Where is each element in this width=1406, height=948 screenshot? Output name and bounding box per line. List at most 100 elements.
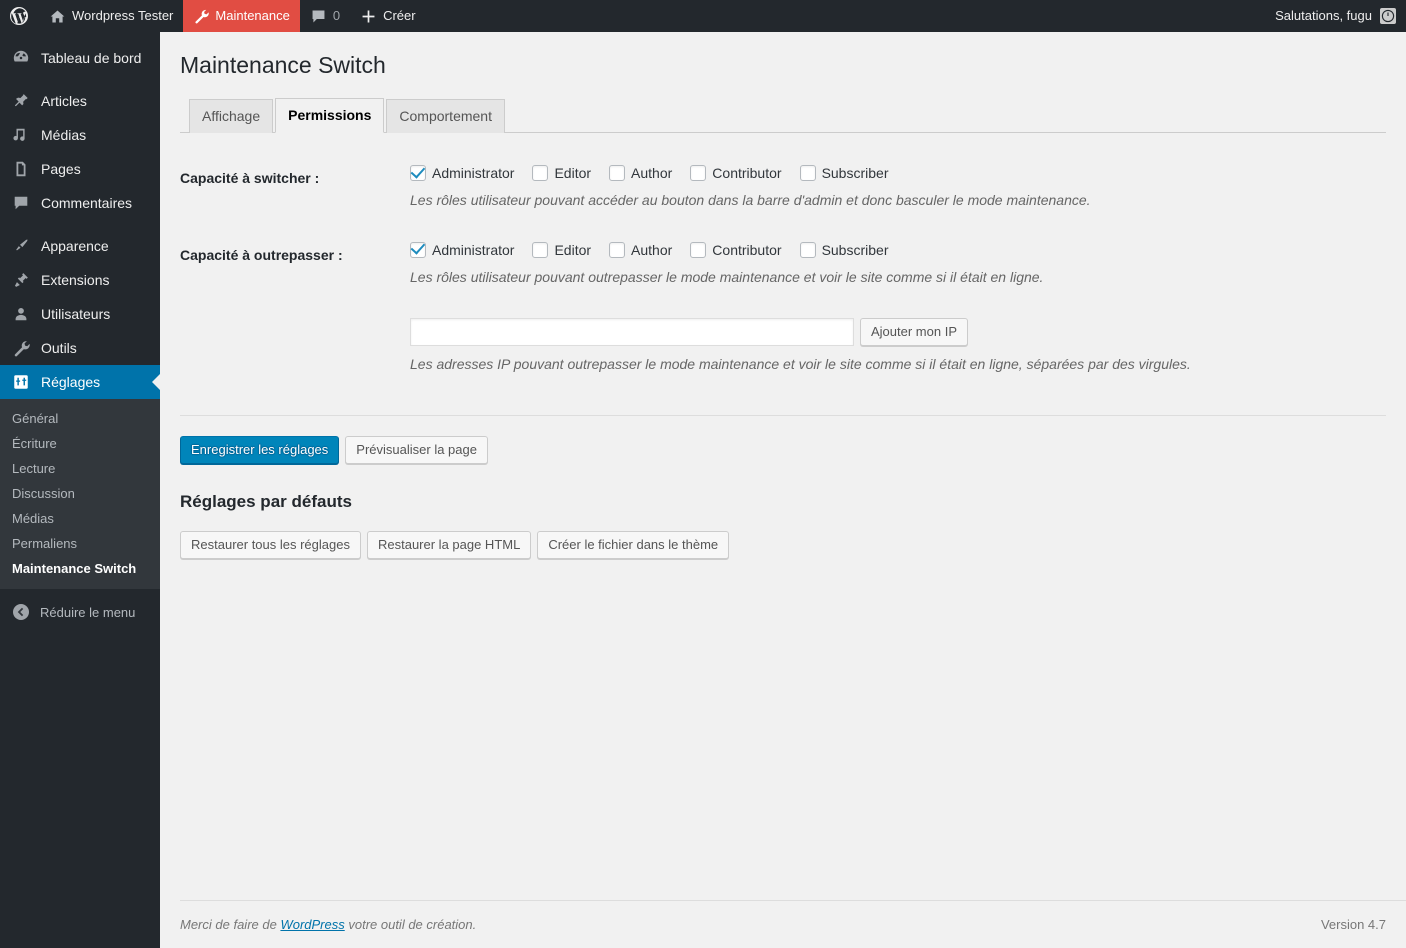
- menu-spacer: [0, 75, 160, 84]
- switch-capability-description: Les rôles utilisateur pouvant accéder au…: [410, 192, 1091, 209]
- sidebar-item-pages[interactable]: Pages: [0, 152, 160, 186]
- submenu-item-media[interactable]: Médias: [0, 506, 160, 531]
- wordpress-link[interactable]: WordPress: [280, 917, 344, 932]
- comments-menu[interactable]: 0: [300, 0, 350, 32]
- submenu-item-writing[interactable]: Écriture: [0, 431, 160, 456]
- collapse-menu-label: Réduire le menu: [40, 604, 136, 620]
- submenu-item-permalinks[interactable]: Permaliens: [0, 531, 160, 556]
- table-row: Capacité à outrepasser : Administrator E…: [180, 226, 1386, 303]
- comments-count: 0: [332, 8, 341, 23]
- checkbox-bypass-author[interactable]: Author: [609, 241, 672, 259]
- checkbox-label: Subscriber: [821, 165, 889, 181]
- plus-icon: [360, 8, 377, 25]
- submenu-item-discussion[interactable]: Discussion: [0, 481, 160, 506]
- maintenance-toggle[interactable]: Maintenance: [183, 0, 300, 32]
- greeting-label: Salutations, fugu: [1275, 8, 1372, 23]
- checkbox-icon[interactable]: [410, 241, 426, 258]
- checkbox-icon[interactable]: [799, 241, 816, 258]
- sidebar-item-appearance[interactable]: Apparence: [0, 229, 160, 263]
- footer-thanks-suffix: votre outil de création.: [344, 917, 477, 932]
- comment-bubble-icon: [310, 8, 327, 25]
- sidebar-item-label: Tableau de bord: [41, 50, 142, 66]
- checkbox-bypass-contributor[interactable]: Contributor: [690, 241, 782, 259]
- sidebar-item-label: Médias: [41, 127, 87, 143]
- avatar: [1380, 8, 1396, 24]
- sidebar-item-tools[interactable]: Outils: [0, 331, 160, 365]
- sidebar-item-comments[interactable]: Commentaires: [0, 186, 160, 220]
- checkbox-switch-editor[interactable]: Editor: [532, 164, 591, 182]
- checkbox-icon[interactable]: [690, 165, 707, 182]
- sidebar-item-plugins[interactable]: Extensions: [0, 263, 160, 297]
- submenu-item-general[interactable]: Général: [0, 406, 160, 431]
- restore-all-settings-button[interactable]: Restaurer tous les réglages: [180, 531, 361, 560]
- menu-spacer: [0, 220, 160, 229]
- checkbox-icon[interactable]: [799, 165, 816, 182]
- admin-bar-spacer: [426, 0, 1266, 32]
- sidebar-item-settings[interactable]: Réglages: [0, 365, 160, 399]
- checkbox-icon[interactable]: [410, 165, 426, 182]
- page-title: Maintenance Switch: [180, 52, 386, 78]
- checkbox-icon[interactable]: [532, 241, 549, 258]
- bypass-capability-label: Capacité à outrepasser :: [180, 246, 343, 263]
- checkbox-bypass-administrator[interactable]: Administrator: [410, 241, 514, 259]
- tab-comportement[interactable]: Comportement: [386, 99, 505, 133]
- wordpress-logo-menu[interactable]: [0, 0, 39, 32]
- checkbox-label: Contributor: [712, 165, 782, 181]
- checkbox-label: Contributor: [712, 241, 782, 258]
- account-menu[interactable]: Salutations, fugu: [1265, 0, 1406, 32]
- defaults-buttons-row: Restaurer tous les réglages Restaurer la…: [180, 531, 1386, 560]
- ip-input-group: Ajouter mon IP: [410, 317, 1376, 346]
- create-theme-file-button[interactable]: Créer le fichier dans le thème: [537, 531, 730, 560]
- chevron-left-circle-icon: [11, 602, 31, 622]
- checkbox-switch-subscriber[interactable]: Subscriber: [799, 164, 889, 182]
- restore-html-page-button[interactable]: Restaurer la page HTML: [366, 531, 532, 560]
- collapse-menu-button[interactable]: Réduire le menu: [0, 595, 160, 629]
- add-my-ip-button[interactable]: Ajouter mon IP: [860, 317, 968, 346]
- admin-footer: Merci de faire de WordPress votre outil …: [180, 900, 1406, 948]
- sidebar-item-label: Réglages: [41, 374, 101, 390]
- admin-menu-sidebar: Tableau de bord Articles Médias Pages Co…: [0, 32, 160, 948]
- ip-addresses-input[interactable]: [410, 317, 854, 346]
- page-icon: [11, 160, 31, 178]
- sidebar-item-users[interactable]: Utilisateurs: [0, 297, 160, 331]
- checkbox-icon[interactable]: [609, 241, 626, 258]
- sidebar-item-dashboard[interactable]: Tableau de bord: [0, 41, 160, 75]
- checkbox-switch-contributor[interactable]: Contributor: [690, 164, 782, 182]
- tab-permissions[interactable]: Permissions: [275, 98, 385, 133]
- submenu-item-reading[interactable]: Lecture: [0, 456, 160, 481]
- sidebar-item-media[interactable]: Médias: [0, 118, 160, 152]
- brush-icon: [11, 237, 31, 255]
- site-name-menu[interactable]: Wordpress Tester: [39, 0, 183, 32]
- new-content-menu[interactable]: Créer: [350, 0, 426, 32]
- settings-submenu: Général Écriture Lecture Discussion Médi…: [0, 399, 160, 589]
- wrench-icon: [11, 339, 31, 357]
- footer-thanks: Merci de faire de WordPress votre outil …: [180, 917, 1321, 932]
- permissions-form-table: Capacité à switcher : Administrator Edit…: [180, 149, 1386, 389]
- main-content: Maintenance Switch Affichage Permissions…: [160, 32, 1406, 948]
- checkbox-icon[interactable]: [609, 165, 626, 182]
- ip-cell: Ajouter mon IP Les adresses IP pouvant o…: [400, 303, 1386, 390]
- switch-capability-cell: Administrator Editor Author Contributor …: [400, 149, 1386, 226]
- checkbox-icon[interactable]: [690, 241, 707, 258]
- settings-tabs: Affichage Permissions Comportement: [180, 98, 1386, 133]
- save-settings-button[interactable]: Enregistrer les réglages: [180, 436, 340, 465]
- bypass-capability-description: Les rôles utilisateur pouvant outrepasse…: [410, 268, 1044, 285]
- checkbox-bypass-editor[interactable]: Editor: [532, 241, 591, 259]
- sidebar-item-posts[interactable]: Articles: [0, 84, 160, 118]
- checkbox-switch-administrator[interactable]: Administrator: [410, 164, 514, 182]
- checkbox-label: Editor: [554, 165, 592, 181]
- preview-page-button[interactable]: Prévisualiser la page: [345, 436, 488, 465]
- sidebar-item-label: Apparence: [41, 238, 109, 254]
- user-icon: [11, 305, 31, 323]
- home-icon: [49, 8, 66, 25]
- checkbox-switch-author[interactable]: Author: [609, 164, 672, 182]
- bypass-capability-cell: Administrator Editor Author Contributor …: [400, 226, 1386, 303]
- checkbox-bypass-subscriber[interactable]: Subscriber: [799, 241, 888, 259]
- checkbox-label: Administrator: [432, 165, 515, 181]
- sidebar-item-label: Pages: [41, 161, 81, 177]
- checkbox-icon[interactable]: [532, 165, 549, 182]
- tab-affichage[interactable]: Affichage: [189, 99, 274, 133]
- sidebar-item-label: Articles: [41, 93, 87, 109]
- submenu-item-maintenance-switch[interactable]: Maintenance Switch: [0, 556, 160, 581]
- plugin-icon: [11, 271, 31, 289]
